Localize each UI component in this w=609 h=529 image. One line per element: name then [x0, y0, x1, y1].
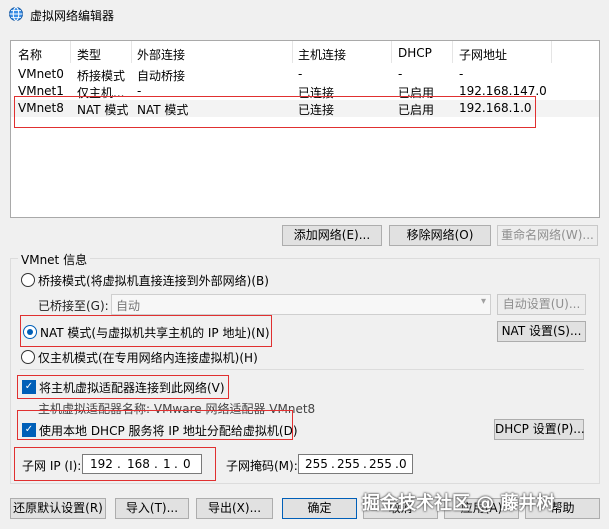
mask-octet: 255: [369, 457, 392, 471]
bridged-to-select[interactable]: 自动 ▾: [111, 294, 491, 315]
bridged-to-label: 已桥接至(G):: [38, 299, 109, 313]
list-header: 名称 类型 外部连接 主机连接 DHCP 子网地址: [11, 41, 599, 63]
cell-dhcp: -: [398, 67, 403, 81]
chevron-down-icon: ▾: [480, 296, 486, 307]
subnet-mask-input[interactable]: 255 . 255 . 255 . 0: [298, 454, 413, 474]
rename-network-button[interactable]: 重命名网络(W)...: [497, 225, 598, 246]
hostonly-mode-radio[interactable]: [21, 350, 35, 364]
restore-defaults-button[interactable]: 还原默认设置(R): [10, 498, 106, 519]
watermark-text: 掘金技术社区 @ 藤井树: [362, 493, 555, 514]
cell-host: -: [298, 67, 303, 81]
mask-octet: 255: [337, 457, 360, 471]
highlight-selected-row: [14, 96, 536, 128]
divider: [20, 369, 584, 370]
highlight-nat-mode: [20, 315, 272, 347]
cell-name: VMnet0: [18, 67, 64, 81]
dhcp-settings-button[interactable]: DHCP 设置(P)...: [494, 419, 585, 440]
export-button[interactable]: 导出(X)...: [196, 498, 273, 519]
nat-settings-button[interactable]: NAT 设置(S)...: [497, 321, 586, 342]
window-title: 虚拟网络编辑器: [30, 9, 115, 23]
column-header-host[interactable]: 主机连接: [298, 46, 346, 63]
network-list[interactable]: 名称 类型 外部连接 主机连接 DHCP 子网地址 VMnet0 桥接模式 自动…: [10, 40, 600, 218]
cell-subnet: -: [459, 67, 464, 81]
mask-octet: 0: [399, 457, 407, 471]
subnet-mask-label: 子网掩码(M):: [226, 459, 298, 473]
auto-settings-button[interactable]: 自动设置(U)...: [497, 294, 586, 315]
ok-button[interactable]: 确定: [282, 498, 357, 519]
column-header-external[interactable]: 外部连接: [137, 46, 185, 63]
column-header-dhcp[interactable]: DHCP: [398, 46, 432, 60]
highlight-dhcp: [17, 410, 293, 440]
vmnet-info-title: VMnet 信息: [18, 251, 91, 268]
bridged-mode-radio[interactable]: [21, 273, 35, 287]
column-header-type[interactable]: 类型: [77, 46, 101, 63]
highlight-subnet-ip: [14, 447, 216, 481]
network-globe-icon: [9, 7, 23, 21]
cell-external: 自动桥接: [137, 69, 186, 83]
add-network-button[interactable]: 添加网络(E)...: [282, 225, 382, 246]
import-button[interactable]: 导入(T)...: [115, 498, 189, 519]
column-header-name[interactable]: 名称: [18, 46, 42, 63]
cell-type: 桥接模式: [77, 69, 126, 83]
bridged-mode-label[interactable]: 桥接模式(将虚拟机直接连接到外部网络)(B): [38, 272, 269, 289]
column-header-subnet[interactable]: 子网地址: [459, 46, 507, 63]
remove-network-button[interactable]: 移除网络(O): [389, 225, 491, 246]
mask-octet: 255: [305, 457, 328, 471]
table-row[interactable]: VMnet0 桥接模式 自动桥接 - - -: [11, 66, 599, 83]
highlight-connect-adapter: [17, 375, 229, 399]
hostonly-mode-label[interactable]: 仅主机模式(在专用网络内连接虚拟机)(H): [38, 349, 258, 366]
bridged-to-value: 自动: [116, 299, 141, 313]
title-bar: 虚拟网络编辑器: [0, 0, 609, 30]
